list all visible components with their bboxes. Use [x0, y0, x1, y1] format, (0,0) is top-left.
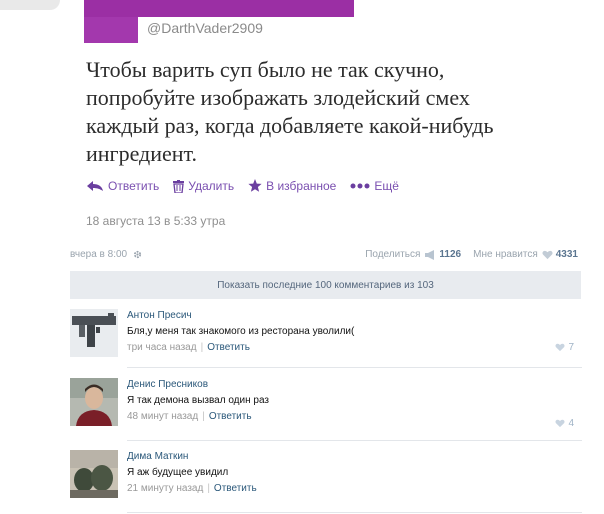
- megaphone-icon: [425, 249, 435, 260]
- comment-like-button[interactable]: 4: [555, 418, 574, 429]
- comment-footer: 48 минут назад | Ответить: [127, 411, 252, 422]
- separator: |: [200, 342, 204, 353]
- star-icon: [248, 179, 262, 192]
- more-dots-icon: [350, 183, 370, 189]
- like-count: 4331: [555, 249, 578, 260]
- divider: [127, 440, 582, 441]
- reply-button[interactable]: Ответить: [86, 179, 159, 193]
- comment-footer: три часа назад | Ответить: [127, 342, 250, 353]
- gun-avatar[interactable]: [70, 309, 118, 357]
- like-button[interactable]: Мне нравится 4331: [473, 249, 578, 260]
- reply-label: Ответить: [108, 179, 160, 193]
- post-meta: вчера в 8:00 Поделиться 1126 Мне нравитс…: [70, 249, 582, 265]
- tree-avatar[interactable]: [70, 450, 118, 498]
- comment-time[interactable]: 48 минут назад: [127, 411, 198, 422]
- like-label: Мне нравится: [473, 249, 538, 260]
- tweet-date: 18 августа 13 в 5:33 утра: [86, 214, 226, 228]
- reply-icon: [87, 181, 103, 191]
- comment-time[interactable]: три часа назад: [127, 342, 197, 353]
- comment-reply-button[interactable]: Ответить: [214, 483, 257, 494]
- tweet-actions: Ответить Удалить В избранное Ещё: [86, 179, 413, 193]
- heart-icon: [555, 343, 565, 352]
- comment-text: Я так демона вызвал один раз: [127, 395, 269, 406]
- more-label: Ещё: [374, 179, 399, 193]
- comment-author[interactable]: Дима Маткин: [127, 451, 188, 462]
- heart-icon: [555, 419, 565, 428]
- trash-icon: [173, 179, 185, 193]
- decorative-corner: [0, 0, 60, 10]
- comment-like-count: 7: [568, 342, 574, 353]
- heart-icon: [542, 250, 553, 259]
- comment-reply-button[interactable]: Ответить: [207, 342, 250, 353]
- divider: [127, 367, 582, 368]
- comment-time[interactable]: 21 минуту назад: [127, 483, 203, 494]
- comment-item: Денис Пресников Я так демона вызвал один…: [70, 378, 582, 438]
- tweet-avatar[interactable]: [84, 17, 138, 43]
- comment-author[interactable]: Антон Пресич: [127, 310, 192, 321]
- comment-item: Дима Маткин Я аж будущее увидил 21 минут…: [70, 450, 582, 510]
- divider: [127, 512, 582, 513]
- favorite-button[interactable]: В избранное: [248, 179, 336, 193]
- delete-label: Удалить: [188, 179, 235, 193]
- profile-banner: [84, 0, 354, 17]
- post-date-text: вчера в 8:00: [70, 249, 128, 260]
- tweet-handle[interactable]: @DarthVader2909: [147, 20, 263, 36]
- more-button[interactable]: Ещё: [350, 179, 399, 193]
- share-label: Поделиться: [365, 249, 421, 260]
- comment-reply-button[interactable]: Ответить: [209, 411, 252, 422]
- delete-button[interactable]: Удалить: [173, 179, 234, 193]
- share-button[interactable]: Поделиться 1126: [365, 249, 461, 260]
- post-date[interactable]: вчера в 8:00: [70, 249, 142, 260]
- comment-author[interactable]: Денис Пресников: [127, 379, 208, 390]
- comment-like-count: 4: [568, 418, 574, 429]
- comment-item: Антон Пресич Бля,у меня так знакомого из…: [70, 309, 582, 369]
- share-count: 1126: [439, 249, 462, 260]
- comment-footer: 21 минуту назад | Ответить: [127, 483, 257, 494]
- tweet-card: @DarthVader2909 Чтобы варить суп было не…: [0, 0, 604, 238]
- show-more-comments-button[interactable]: Показать последние 100 комментариев из 1…: [70, 271, 581, 299]
- separator: |: [202, 411, 205, 422]
- tweet-text: Чтобы варить суп было не так скучно, поп…: [86, 57, 494, 166]
- comment-text: Бля,у меня так знакомого из ресторана ув…: [127, 326, 355, 337]
- comment-like-button[interactable]: 7: [555, 342, 574, 353]
- gear-icon[interactable]: [133, 250, 142, 259]
- person-avatar[interactable]: [70, 378, 118, 426]
- comment-text: Я аж будущее увидил: [127, 467, 229, 478]
- favorite-label: В избранное: [266, 179, 337, 193]
- separator: |: [207, 483, 210, 494]
